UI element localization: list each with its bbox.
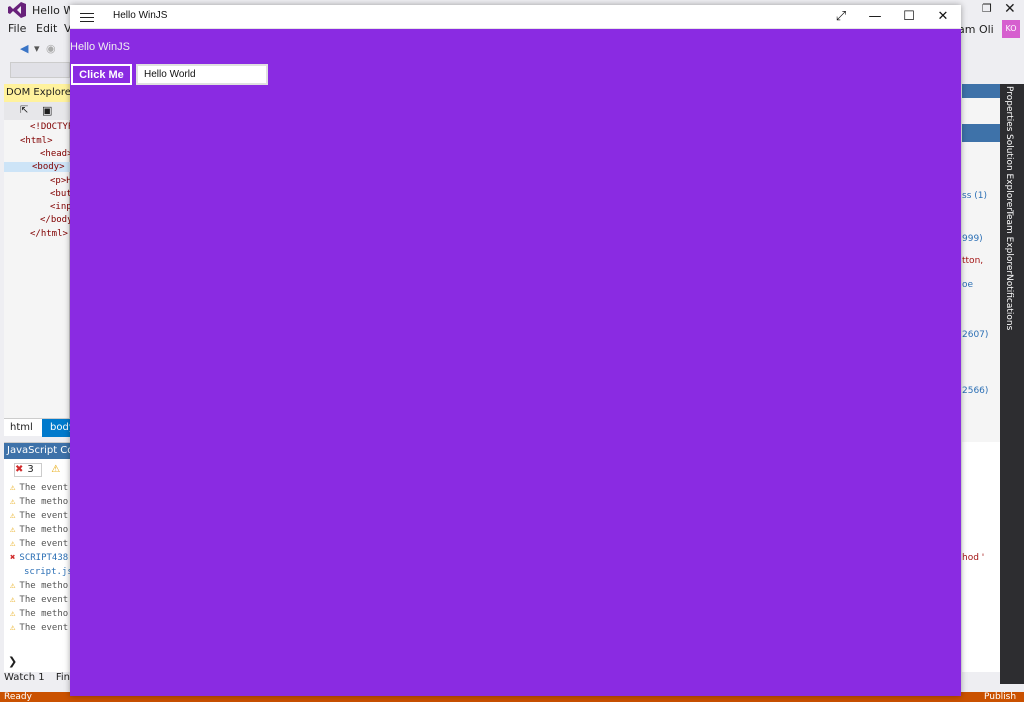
- text-input[interactable]: [136, 64, 268, 85]
- select-element-icon[interactable]: ⇱: [20, 105, 28, 116]
- dropdown-icon[interactable]: ▾: [34, 42, 40, 55]
- warning-icon: ⚠: [10, 497, 16, 507]
- style-link[interactable]: oe: [962, 280, 973, 290]
- tab-notifications[interactable]: Notifications: [1004, 274, 1014, 330]
- console-badges: ✖ 3 ⚠: [14, 463, 64, 477]
- console-line: ✖ SCRIPT438: [10, 553, 69, 563]
- dom-node[interactable]: <but: [50, 189, 72, 199]
- fullscreen-icon[interactable]: ⤢: [824, 5, 858, 29]
- app-title: Hello WinJS: [113, 10, 168, 21]
- warning-icon[interactable]: ⚠: [51, 464, 60, 475]
- error-count-badge[interactable]: ✖ 3: [14, 463, 42, 477]
- forward-icon[interactable]: ◉: [46, 42, 56, 55]
- dom-explorer-panel: DOM Explorer - ⇱ ▣ <!DOCTYP <html> <head…: [4, 84, 73, 436]
- console-line: ⚠ The event: [10, 623, 69, 633]
- console-line: ⚠ The metho: [10, 609, 69, 619]
- panel-header: [962, 124, 1000, 142]
- click-me-button[interactable]: Click Me: [71, 64, 132, 85]
- console-line: ⚠ The event: [10, 483, 69, 493]
- highlight-icon[interactable]: ▣: [42, 104, 52, 117]
- close-icon[interactable]: ✕: [926, 5, 960, 29]
- dom-node[interactable]: </body: [40, 215, 73, 225]
- dom-node[interactable]: <p>H: [50, 176, 72, 186]
- error-icon: ✖: [10, 553, 16, 563]
- console-tab[interactable]: JavaScript Cons: [4, 443, 70, 459]
- vs-toolbar-combo[interactable]: [10, 62, 70, 78]
- menu-edit[interactable]: Edit: [36, 22, 57, 35]
- style-link[interactable]: 2607): [962, 330, 988, 340]
- tab-team-explorer[interactable]: Team Explorer: [1004, 210, 1014, 274]
- console-right-panel: hod ': [962, 442, 1000, 672]
- breadcrumb: html body: [4, 418, 75, 437]
- warning-icon: ⚠: [10, 483, 16, 493]
- minimize-icon[interactable]: —: [858, 5, 892, 29]
- status-text: Ready: [4, 692, 32, 702]
- style-link[interactable]: 999): [962, 234, 983, 244]
- javascript-console-panel: JavaScript Cons ✖3 ⚠ ⚠The event ⚠The met…: [4, 442, 73, 672]
- dom-node[interactable]: <inp: [50, 202, 72, 212]
- app-content: Hello WinJS Click Me: [70, 29, 961, 696]
- style-value: tton,: [962, 256, 984, 266]
- console-line: ⚠ The metho: [10, 525, 69, 535]
- error-icon: ✖: [15, 464, 24, 475]
- console-line: ⚠ The metho: [10, 497, 69, 507]
- dom-node[interactable]: <html>: [20, 136, 53, 146]
- console-snippet: hod ': [962, 553, 985, 563]
- dom-node[interactable]: <!DOCTYP: [30, 122, 73, 132]
- console-line: ⚠ The event: [10, 539, 69, 549]
- avatar[interactable]: KO: [1002, 20, 1020, 38]
- dom-node[interactable]: <head>: [40, 149, 73, 159]
- console-prompt-icon[interactable]: ❯: [8, 655, 17, 668]
- warning-icon: ⚠: [10, 623, 16, 633]
- console-line: ⚠ The event: [10, 511, 69, 521]
- console-link[interactable]: script.js: [24, 567, 73, 577]
- app-window: Hello WinJS ⤢ — ☐ ✕ Hello WinJS Click Me: [70, 5, 961, 696]
- visual-studio-logo-icon: [8, 2, 26, 18]
- menu-file[interactable]: File: [8, 22, 26, 35]
- maximize-icon[interactable]: ☐: [892, 5, 926, 29]
- vs-account-name[interactable]: am Oli: [958, 23, 994, 36]
- vs-restore-icon[interactable]: ❐: [982, 2, 992, 15]
- warning-icon: ⚠: [10, 609, 16, 619]
- dom-explorer-tab[interactable]: DOM Explorer -: [4, 84, 70, 102]
- tab-properties[interactable]: Properties: [1004, 86, 1014, 131]
- dom-node[interactable]: </html>: [30, 229, 68, 239]
- warning-icon: ⚠: [10, 525, 16, 535]
- style-link[interactable]: ss (1): [962, 191, 987, 201]
- side-tabs: Properties Solution Explorer Team Explor…: [1000, 84, 1024, 684]
- breadcrumb-html[interactable]: html: [10, 422, 33, 433]
- publish-button[interactable]: Publish: [984, 692, 1016, 702]
- tab-solution-explorer[interactable]: Solution Explorer: [1004, 134, 1014, 211]
- app-titlebar: Hello WinJS ⤢ — ☐ ✕: [70, 5, 961, 29]
- dom-node-selected[interactable]: <body>: [4, 162, 70, 172]
- vs-close-icon[interactable]: ✕: [1004, 1, 1016, 17]
- warning-icon: ⚠: [10, 595, 16, 605]
- console-line: ⚠ The metho: [10, 581, 69, 591]
- style-link[interactable]: 2566): [962, 386, 988, 396]
- warning-icon: ⚠: [10, 539, 16, 549]
- tab-watch[interactable]: Watch 1: [4, 672, 45, 683]
- warning-icon: ⚠: [10, 581, 16, 591]
- console-line: ⚠ The event: [10, 595, 69, 605]
- warning-icon: ⚠: [10, 511, 16, 521]
- page-heading: Hello WinJS: [70, 41, 130, 53]
- panel-header: [962, 84, 1000, 98]
- back-icon[interactable]: ◀: [20, 42, 28, 55]
- dom-explorer-toolbar: ⇱ ▣: [4, 102, 70, 120]
- hamburger-menu-icon[interactable]: [80, 10, 94, 24]
